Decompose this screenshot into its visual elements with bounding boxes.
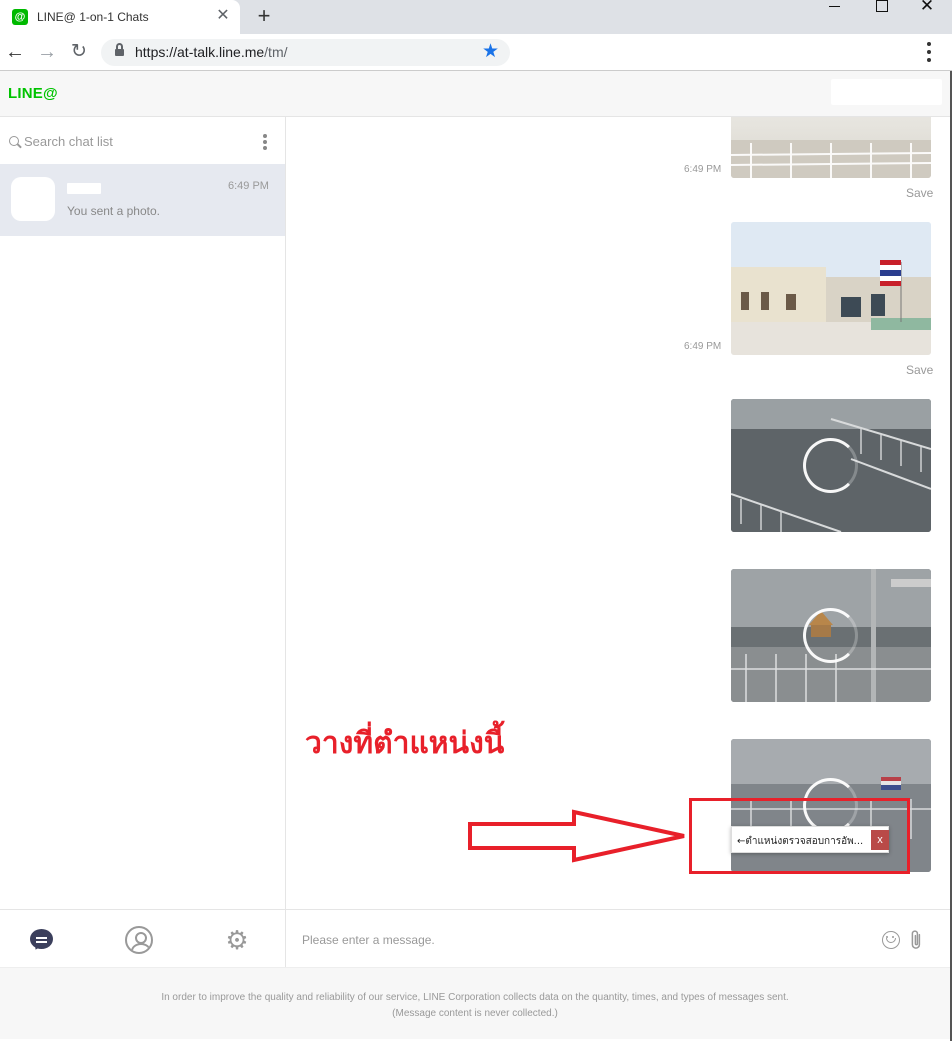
tooltip-close-button[interactable]: x <box>871 830 889 850</box>
chat-preview: You sent a photo. <box>67 204 160 218</box>
footer-note: (Message content is never collected.) <box>392 1008 558 1019</box>
browser-toolbar: ← → ↻ https://at-talk.line.me/tm/ ★ <box>0 34 952 71</box>
back-button[interactable]: ← <box>2 39 28 65</box>
bookmark-star-icon[interactable]: ★ <box>482 41 499 63</box>
address-bar[interactable]: https://at-talk.line.me/tm/ ★ <box>101 39 510 66</box>
message-composer <box>286 909 950 967</box>
sent-photo[interactable] <box>731 222 931 355</box>
app-header: LINE@ <box>0 71 950 117</box>
lock-icon[interactable] <box>115 43 124 57</box>
uploading-photo[interactable] <box>731 399 931 532</box>
loading-spinner-icon <box>803 608 858 663</box>
line-at-logo[interactable]: LINE@ <box>8 85 58 102</box>
url-text[interactable]: https://at-talk.line.me/tm/ <box>135 44 288 60</box>
uploading-photo[interactable] <box>731 569 931 702</box>
upload-check-tooltip: ←ตำแหน่งตรวจสอบการอัพ... x <box>731 826 889 853</box>
line-favicon-icon: @ <box>12 9 28 25</box>
more-options-icon[interactable] <box>262 134 268 150</box>
avatar <box>11 177 55 221</box>
settings-gear-icon[interactable]: ⚙ <box>223 926 251 954</box>
url-path: /tm/ <box>264 44 288 60</box>
chats-nav-icon[interactable] <box>28 926 56 954</box>
footer-notice: In order to improve the quality and reli… <box>161 992 789 1003</box>
browser-tab[interactable]: @ LINE@ 1-on-1 Chats ✕ <box>0 0 240 34</box>
search-input[interactable] <box>24 131 244 151</box>
url-host: https://at-talk.line.me <box>135 44 265 60</box>
attachment-icon[interactable] <box>904 927 932 957</box>
minimize-window-button[interactable] <box>812 0 858 14</box>
sidebar-bottom-nav: ⚙ <box>0 909 286 967</box>
chat-search-bar <box>0 117 285 165</box>
annotation-arrow-icon <box>468 809 685 863</box>
message-time: 6:49 PM <box>684 341 722 352</box>
save-photo-link[interactable]: Save <box>906 363 933 377</box>
maximize-window-button[interactable] <box>858 0 904 14</box>
chat-name-redacted <box>67 183 101 194</box>
message-time: 6:49 PM <box>684 164 722 175</box>
chat-list-item[interactable]: 6:49 PM You sent a photo. <box>0 164 285 236</box>
tab-close-icon[interactable]: ✕ <box>214 7 232 25</box>
reload-button[interactable]: ↻ <box>66 39 92 65</box>
account-selector[interactable] <box>831 79 942 105</box>
browser-tabstrip: @ LINE@ 1-on-1 Chats ✕ + ✕ <box>0 0 952 34</box>
chat-messages-pane[interactable]: 6:49 PM Save 6:49 PM Save <box>286 117 950 909</box>
new-tab-button[interactable]: + <box>252 4 276 28</box>
tooltip-text: ←ตำแหน่งตรวจสอบการอัพ... <box>737 836 864 847</box>
chat-list-sidebar: 6:49 PM You sent a photo. <box>0 117 286 909</box>
contacts-nav-icon[interactable] <box>125 926 153 954</box>
photo-content <box>731 140 931 178</box>
loading-spinner-icon <box>803 438 858 493</box>
forward-button[interactable]: → <box>34 39 60 65</box>
search-icon <box>9 136 19 146</box>
annotation-note: วางที่ตำแหน่งนี้ <box>305 726 505 761</box>
photo-content <box>731 222 931 355</box>
message-input[interactable] <box>302 930 862 950</box>
close-window-button[interactable]: ✕ <box>904 0 950 14</box>
sent-photo[interactable] <box>731 117 931 178</box>
chat-time: 6:49 PM <box>228 180 269 192</box>
emoji-icon[interactable] <box>882 931 900 949</box>
privacy-footer: In order to improve the quality and reli… <box>0 967 950 1039</box>
browser-menu-icon[interactable] <box>922 40 936 64</box>
tab-title: LINE@ 1-on-1 Chats <box>37 10 149 24</box>
save-photo-link[interactable]: Save <box>906 186 933 200</box>
